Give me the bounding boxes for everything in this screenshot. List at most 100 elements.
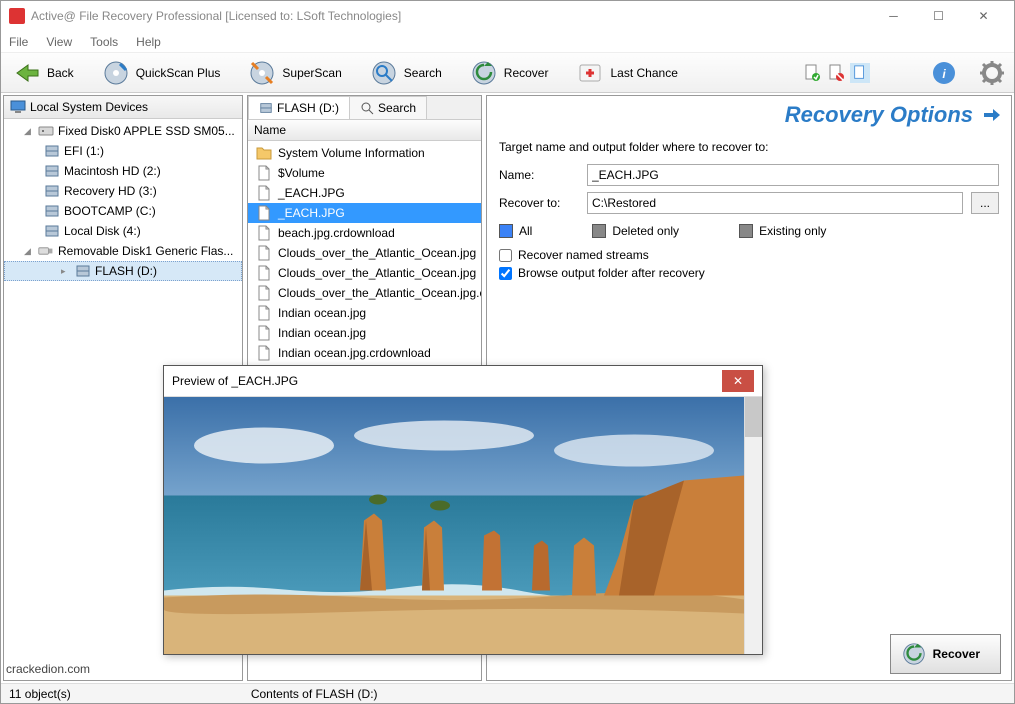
preview-close-button[interactable]: ✕ <box>722 370 754 392</box>
volume-item[interactable]: Local Disk (4:) <box>4 221 242 241</box>
file-name: Indian ocean.jpg <box>278 326 366 340</box>
removable-disk-node[interactable]: ◢ Removable Disk1 Generic Flas... <box>4 241 242 261</box>
file-icon <box>256 225 272 241</box>
help-icon[interactable]: i <box>930 59 958 87</box>
expander-icon[interactable]: ▸ <box>61 266 71 277</box>
doc-check-icon[interactable] <box>802 63 822 83</box>
file-icon <box>256 205 272 221</box>
recover-button[interactable]: Recover <box>466 57 553 89</box>
file-icon <box>256 245 272 261</box>
menu-file[interactable]: File <box>9 35 28 49</box>
flash-drive-item[interactable]: ▸ FLASH (D:) <box>4 261 242 281</box>
filter-deleted[interactable]: Deleted only <box>592 224 679 238</box>
volume-icon <box>44 143 60 159</box>
titlebar: Active@ File Recovery Professional [Lice… <box>1 1 1014 31</box>
volume-item[interactable]: Recovery HD (3:) <box>4 181 242 201</box>
file-icon <box>256 325 272 341</box>
file-icon <box>256 345 272 361</box>
back-button[interactable]: Back <box>9 57 78 89</box>
list-item[interactable]: Indian ocean.jpg.crdownload <box>248 343 481 363</box>
list-item[interactable]: Indian ocean.jpg <box>248 303 481 323</box>
list-item[interactable]: Clouds_over_the_Atlantic_Ocean.jpg <box>248 243 481 263</box>
superscan-label: SuperScan <box>282 66 341 80</box>
browse-output-checkbox[interactable] <box>499 267 512 280</box>
tab-flash[interactable]: FLASH (D:) <box>248 96 350 119</box>
toolbar: Back QuickScan Plus SuperScan Search Rec… <box>1 53 1014 93</box>
file-name: _EACH.JPG <box>278 186 345 200</box>
status-object-count: 11 object(s) <box>9 687 71 701</box>
file-icon <box>256 285 272 301</box>
menu-view[interactable]: View <box>46 35 72 49</box>
back-label: Back <box>47 66 74 80</box>
status-contents: Contents of FLASH (D:) <box>251 687 378 701</box>
volume-item[interactable]: BOOTCAMP (C:) <box>4 201 242 221</box>
expander-icon[interactable]: ◢ <box>24 126 34 137</box>
browse-button[interactable]: ... <box>971 192 999 214</box>
name-label: Name: <box>499 168 579 182</box>
next-arrow-icon[interactable] <box>983 108 1001 122</box>
filter-existing[interactable]: Existing only <box>739 224 826 238</box>
preview-title: Preview of _EACH.JPG <box>172 374 722 388</box>
volume-item[interactable]: EFI (1:) <box>4 141 242 161</box>
volume-icon <box>259 101 273 115</box>
close-button[interactable]: ✕ <box>961 2 1006 30</box>
monitor-icon <box>10 99 26 115</box>
volume-icon <box>44 223 60 239</box>
device-tree-header: Local System Devices <box>30 100 148 114</box>
settings-icon[interactable] <box>978 59 1006 87</box>
menu-help[interactable]: Help <box>136 35 161 49</box>
preview-scrollbar[interactable] <box>744 397 762 654</box>
list-item[interactable]: System Volume Information <box>248 143 481 163</box>
filter-all[interactable]: All <box>499 224 532 238</box>
list-item[interactable]: _EACH.JPG <box>248 183 481 203</box>
quickscan-button[interactable]: QuickScan Plus <box>98 57 225 89</box>
search-button[interactable]: Search <box>366 57 446 89</box>
hdd-icon <box>38 123 54 139</box>
list-item[interactable]: Clouds_over_the_Atlantic_Ocean.jpg <box>248 263 481 283</box>
list-item[interactable]: Clouds_over_the_Atlantic_Ocean.jpg.crdow… <box>248 283 481 303</box>
expander-icon[interactable]: ◢ <box>24 246 34 257</box>
lastchance-button[interactable]: Last Chance <box>572 57 681 89</box>
minimize-button[interactable]: ─ <box>871 2 916 30</box>
recover-to-label: Recover to: <box>499 196 579 210</box>
preview-image <box>164 397 744 654</box>
file-icon <box>256 265 272 281</box>
fixed-disk-node[interactable]: ◢ Fixed Disk0 APPLE SSD SM05... <box>4 121 242 141</box>
search-icon <box>370 59 398 87</box>
recover-streams-label: Recover named streams <box>518 248 649 262</box>
browse-output-label: Browse output folder after recovery <box>518 266 705 280</box>
maximize-button[interactable]: ☐ <box>916 2 961 30</box>
menubar: File View Tools Help <box>1 31 1014 53</box>
volume-icon <box>44 163 60 179</box>
recover-to-input[interactable] <box>587 192 963 214</box>
recover-action-button[interactable]: Recover <box>890 634 1001 674</box>
doc-block-icon[interactable] <box>826 63 846 83</box>
file-icon <box>256 185 272 201</box>
list-item[interactable]: _EACH.JPG <box>248 203 481 223</box>
window-title: Active@ File Recovery Professional [Lice… <box>31 9 871 23</box>
file-name: Clouds_over_the_Atlantic_Ocean.jpg.crdow… <box>278 286 481 300</box>
superscan-icon <box>248 59 276 87</box>
recover-streams-checkbox[interactable] <box>499 249 512 262</box>
list-item[interactable]: Indian ocean.jpg <box>248 323 481 343</box>
preview-window[interactable]: Preview of _EACH.JPG ✕ <box>163 365 763 655</box>
tab-search[interactable]: Search <box>349 96 427 119</box>
doc-select-icon[interactable] <box>850 63 870 83</box>
recovery-options-title: Recovery Options <box>497 102 973 128</box>
recover-icon <box>470 59 498 87</box>
statusbar: 11 object(s) Contents of FLASH (D:) <box>1 683 1014 703</box>
scroll-thumb[interactable] <box>745 397 762 437</box>
menu-tools[interactable]: Tools <box>90 35 118 49</box>
name-input[interactable] <box>587 164 999 186</box>
lastchance-label: Last Chance <box>610 66 677 80</box>
superscan-button[interactable]: SuperScan <box>244 57 345 89</box>
recover-button-icon <box>901 641 927 667</box>
file-name: System Volume Information <box>278 146 425 160</box>
column-header-name[interactable]: Name <box>248 120 481 141</box>
list-item[interactable]: beach.jpg.crdownload <box>248 223 481 243</box>
file-name: Clouds_over_the_Atlantic_Ocean.jpg <box>278 266 476 280</box>
file-name: Indian ocean.jpg <box>278 306 366 320</box>
quickscan-label: QuickScan Plus <box>136 66 221 80</box>
list-item[interactable]: $Volume <box>248 163 481 183</box>
volume-item[interactable]: Macintosh HD (2:) <box>4 161 242 181</box>
